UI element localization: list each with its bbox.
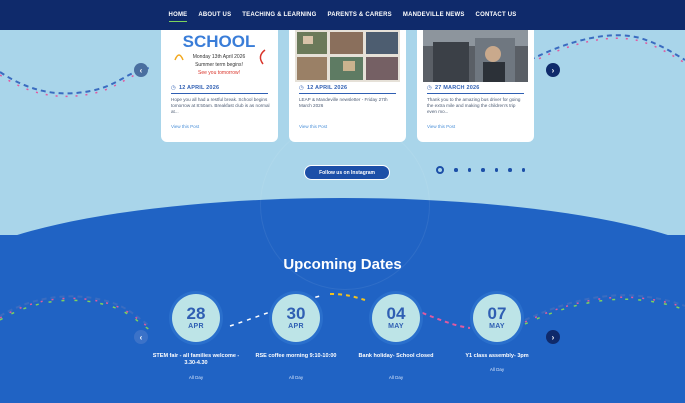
- event-month: APR: [288, 323, 304, 330]
- post-image: [423, 30, 528, 82]
- event-title[interactable]: Y1 class assembly- 3pm: [447, 353, 547, 360]
- clock-icon: ◷: [171, 85, 176, 91]
- carousel-dot[interactable]: [481, 168, 485, 172]
- nav-item-about-us[interactable]: About Us: [198, 12, 231, 18]
- carousel-dot[interactable]: [436, 166, 444, 174]
- event-time: All Day: [388, 375, 404, 380]
- event-title[interactable]: STEM fair - all families welcome - 3.30-…: [146, 353, 246, 367]
- nav-item-mandeville-news[interactable]: Mandeville News: [403, 12, 465, 18]
- post-excerpt: LEAP & Mandeville newsletter - Friday 27…: [299, 97, 388, 108]
- view-post-link[interactable]: View this Post: [171, 124, 199, 129]
- view-post-link[interactable]: View this Post: [427, 124, 455, 129]
- event-month: MAY: [489, 323, 505, 330]
- event-time: All Day: [489, 367, 505, 372]
- follow-instagram-button[interactable]: Follow us on Instagram: [304, 165, 390, 180]
- post-date: ◷ 27 MARCH 2026: [427, 85, 480, 91]
- chevron-left-icon: ‹: [139, 65, 143, 75]
- event-day: 28: [186, 304, 206, 323]
- event-month: APR: [188, 323, 204, 330]
- upcoming-dates-title: Upcoming Dates: [283, 256, 402, 273]
- event-month: MAY: [388, 323, 404, 330]
- chevron-right-icon: ›: [551, 332, 555, 342]
- divider: [427, 93, 524, 94]
- carousel-dot[interactable]: [494, 168, 498, 172]
- post-excerpt: Thank you to the amazing bus driver for …: [427, 97, 521, 114]
- clock-icon: ◷: [427, 85, 432, 91]
- nav-item-home[interactable]: Home: [168, 12, 188, 22]
- carousel-dot[interactable]: [521, 168, 525, 172]
- nav-item-teaching-learning[interactable]: Teaching & Learning: [242, 12, 316, 18]
- event-title[interactable]: RSE coffee morning 9:10-10:00: [246, 353, 346, 360]
- post-image-heading: SCHOOL: [183, 32, 256, 51]
- event-date-badge[interactable]: 28 APR: [172, 294, 220, 342]
- post-card[interactable]: ◷ 27 MARCH 2026 Thank you to the amazing…: [417, 30, 534, 142]
- events-prev-button[interactable]: ‹: [134, 330, 148, 344]
- event-day: 04: [386, 304, 406, 323]
- carousel-dot[interactable]: [508, 168, 512, 172]
- event-day: 30: [286, 304, 306, 323]
- main-nav: Home About Us Teaching & Learning Parent…: [0, 0, 685, 30]
- clock-icon: ◷: [299, 85, 304, 91]
- event-date-badge[interactable]: 04 MAY: [372, 294, 420, 342]
- event-day: 07: [487, 304, 507, 323]
- event-time: All Day: [288, 375, 304, 380]
- nav-item-contact-us[interactable]: Contact Us: [476, 12, 517, 18]
- chevron-left-icon: ‹: [139, 332, 143, 342]
- post-image-line: See you tomorrow!: [198, 70, 240, 76]
- event-date-badge[interactable]: 07 MAY: [473, 294, 521, 342]
- events-next-button[interactable]: ›: [546, 330, 560, 344]
- event-date-badge[interactable]: 30 APR: [272, 294, 320, 342]
- event-title[interactable]: Bank holiday- School closed: [346, 353, 446, 360]
- nav-item-parents-carers[interactable]: Parents & Carers: [327, 12, 391, 18]
- carousel-dot[interactable]: [467, 168, 471, 172]
- divider: [299, 93, 396, 94]
- decorative-wave: [0, 293, 685, 331]
- carousel-prev-button[interactable]: ‹: [134, 63, 148, 77]
- post-date: ◷ 12 APRIL 2026: [171, 85, 220, 91]
- post-image-line: Summer term begins!: [195, 62, 243, 68]
- carousel-next-button[interactable]: ›: [546, 63, 560, 77]
- chevron-right-icon: ›: [551, 65, 555, 75]
- carousel-pagination: [436, 166, 525, 174]
- post-excerpt: Hope you all had a restful break. School…: [171, 97, 270, 114]
- post-image-date: Monday 13th April 2026: [193, 54, 246, 60]
- divider: [171, 93, 268, 94]
- carousel-dot[interactable]: [454, 168, 458, 172]
- post-image: [295, 30, 400, 82]
- post-date: ◷ 12 APRIL 2026: [299, 85, 348, 91]
- event-time: All Day: [188, 375, 204, 380]
- post-card[interactable]: SCHOOL Monday 13th April 2026 Summer ter…: [161, 30, 278, 142]
- post-image: SCHOOL Monday 13th April 2026 Summer ter…: [167, 30, 272, 82]
